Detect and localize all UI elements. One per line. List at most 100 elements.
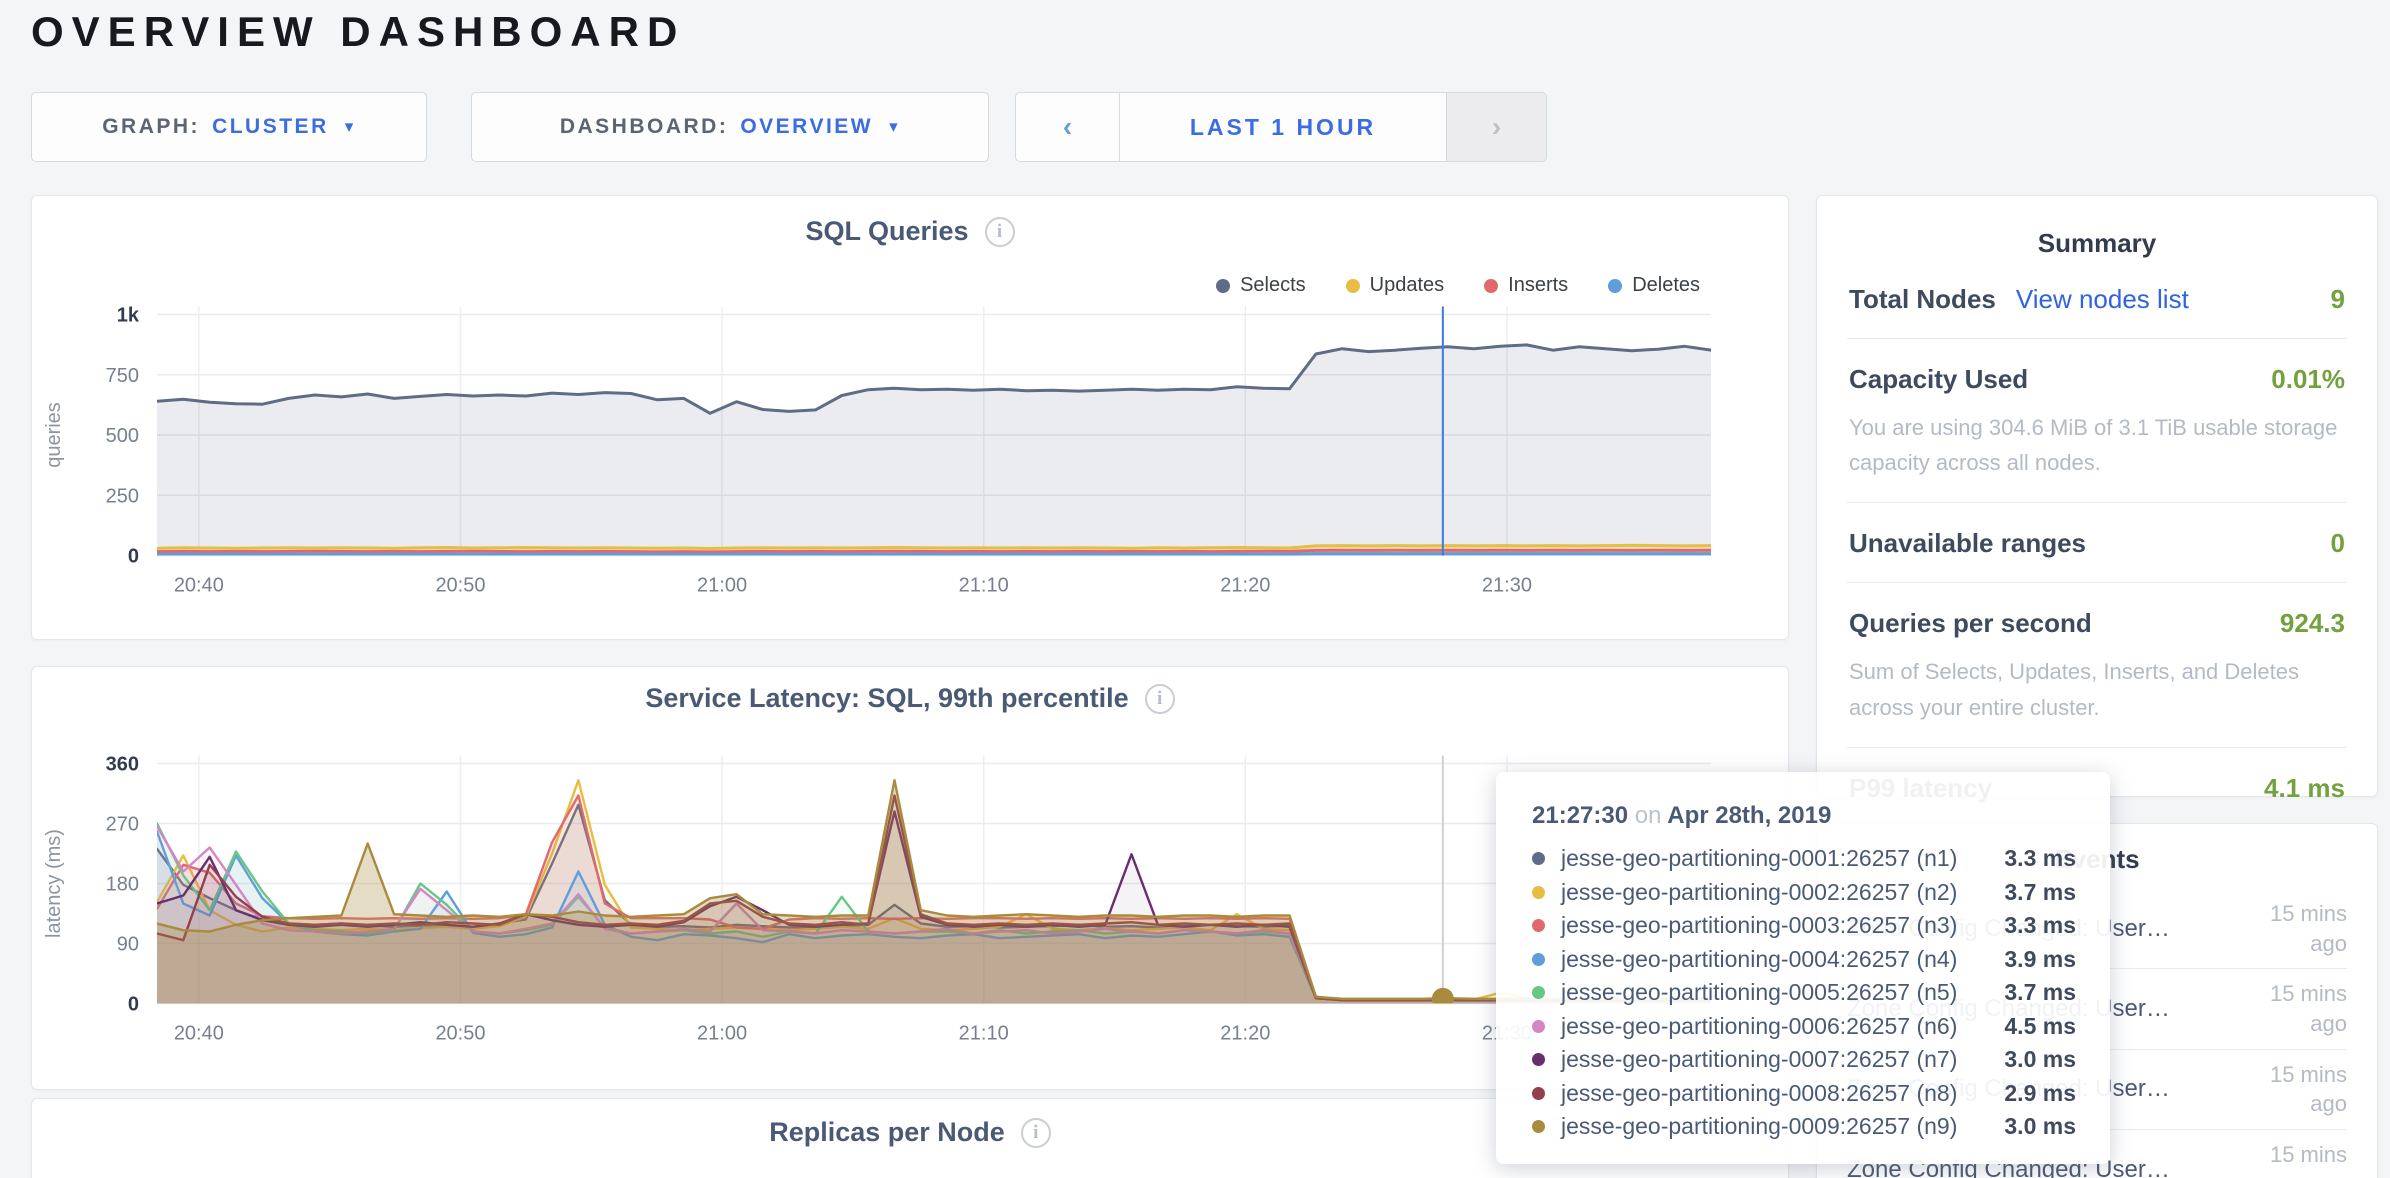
- chart-title: Replicas per Node: [769, 1117, 1005, 1148]
- series-dot-icon: [1532, 1053, 1545, 1066]
- series-dot-icon: [1532, 852, 1545, 865]
- chevron-right-icon: ›: [1492, 111, 1501, 143]
- svg-text:21:10: 21:10: [959, 575, 1009, 597]
- tooltip-row: jesse-geo-partitioning-0007:26257 (n7) 3.…: [1530, 1043, 2076, 1077]
- series-dot-icon: [1532, 1020, 1545, 1033]
- event-timestamp: 15 mins ago: [2229, 979, 2347, 1038]
- svg-text:20:50: 20:50: [435, 575, 485, 597]
- tooltip-row: jesse-geo-partitioning-0008:26257 (n8) 2.…: [1530, 1077, 2076, 1111]
- time-window-selector: ‹ LAST 1 HOUR ›: [1015, 92, 1547, 162]
- node-label: jesse-geo-partitioning-0007:26257 (n7): [1561, 1046, 1980, 1073]
- legend-item-deletes[interactable]: Deletes: [1608, 274, 1700, 297]
- node-label: jesse-geo-partitioning-0005:26257 (n5): [1561, 979, 1980, 1006]
- event-timestamp: 15 mins ago: [2229, 899, 2347, 958]
- graph-dropdown[interactable]: GRAPH: CLUSTER ▾: [31, 92, 427, 162]
- dashboard-dropdown-label: DASHBOARD:: [560, 115, 729, 139]
- node-label: jesse-geo-partitioning-0003:26257 (n3): [1561, 912, 1980, 939]
- legend-dot-icon: [1346, 279, 1360, 293]
- chevron-down-icon: ▾: [345, 117, 356, 137]
- chevron-left-icon: ‹: [1063, 111, 1072, 143]
- tooltip-row: jesse-geo-partitioning-0006:26257 (n6)4.…: [1530, 1010, 2076, 1044]
- queries-per-second-label: Queries per second: [1849, 608, 2092, 639]
- svg-text:270: 270: [106, 814, 139, 836]
- node-label: jesse-geo-partitioning-0008:26257 (n8): [1561, 1080, 1980, 1107]
- legend-dot-icon: [1484, 279, 1498, 293]
- chart-title: SQL Queries: [805, 216, 968, 247]
- dashboard-dropdown-value: OVERVIEW: [740, 115, 873, 139]
- tooltip-date: Apr 28th, 2019: [1667, 802, 1831, 829]
- node-latency-value: 2.9 ms: [2004, 1080, 2076, 1107]
- svg-text:21:30: 21:30: [1482, 575, 1532, 597]
- unavailable-ranges-value: 0: [2331, 528, 2345, 559]
- svg-text:queries: queries: [43, 402, 65, 468]
- time-window-prev-button[interactable]: ‹: [1016, 93, 1120, 161]
- tooltip-row: jesse-geo-partitioning-0001:26257 (n1) 3.…: [1530, 842, 2076, 876]
- svg-text:500: 500: [106, 425, 139, 447]
- tooltip-row: jesse-geo-partitioning-0009:26257 (n9)3.…: [1530, 1110, 2076, 1144]
- event-timestamp: 15 mins ago: [2229, 1140, 2347, 1178]
- legend-label: Inserts: [1508, 274, 1568, 297]
- tooltip-node-list: jesse-geo-partitioning-0001:26257 (n1) 3.…: [1530, 842, 2076, 1144]
- node-label: jesse-geo-partitioning-0004:26257 (n4): [1561, 946, 1980, 973]
- legend-item-selects[interactable]: Selects: [1216, 274, 1306, 297]
- dashboard-dropdown[interactable]: DASHBOARD: OVERVIEW ▾: [471, 92, 989, 162]
- tooltip-timestamp: 21:27:30 on Apr 28th, 2019: [1532, 802, 2076, 830]
- node-latency-value: 3.0 ms: [2004, 1046, 2076, 1073]
- series-dot-icon: [1532, 919, 1545, 932]
- chart-legend: Selects Updates Inserts Deletes: [1216, 274, 1700, 297]
- legend-item-updates[interactable]: Updates: [1346, 274, 1445, 297]
- svg-text:20:40: 20:40: [174, 1023, 224, 1045]
- node-latency-value: 3.3 ms: [2004, 912, 2076, 939]
- svg-text:latency (ms): latency (ms): [43, 829, 65, 938]
- page-title: OVERVIEW DASHBOARD: [31, 8, 685, 56]
- total-nodes-value: 9: [2331, 284, 2345, 315]
- node-label: jesse-geo-partitioning-0001:26257 (n1): [1561, 845, 1980, 872]
- svg-text:20:50: 20:50: [435, 1023, 485, 1045]
- summary-row-qps: Queries per second 924.3: [1847, 583, 2347, 662]
- svg-text:21:00: 21:00: [697, 575, 747, 597]
- info-icon[interactable]: [1145, 684, 1175, 714]
- graph-dropdown-label: GRAPH:: [102, 115, 200, 139]
- svg-text:1k: 1k: [117, 305, 140, 327]
- sql-queries-chart-canvas[interactable]: 02505007501k20:4020:5021:0021:1021:2021:…: [32, 196, 1788, 639]
- tooltip-on: on: [1635, 802, 1662, 829]
- time-window-range-button[interactable]: LAST 1 HOUR: [1120, 93, 1446, 161]
- info-icon[interactable]: [1021, 1118, 1051, 1148]
- svg-text:21:10: 21:10: [959, 1023, 1009, 1045]
- info-icon[interactable]: [985, 217, 1015, 247]
- tooltip-row: jesse-geo-partitioning-0004:26257 (n4) 3.…: [1530, 943, 2076, 977]
- queries-per-second-value: 924.3: [2280, 608, 2345, 639]
- svg-text:21:20: 21:20: [1220, 1023, 1270, 1045]
- series-dot-icon: [1532, 986, 1545, 999]
- legend-label: Updates: [1370, 274, 1445, 297]
- tooltip-row: jesse-geo-partitioning-0003:26257 (n3) 3.…: [1530, 909, 2076, 943]
- capacity-used-label: Capacity Used: [1849, 364, 2028, 395]
- svg-text:180: 180: [106, 874, 139, 896]
- node-label: jesse-geo-partitioning-0002:26257 (n2): [1561, 879, 1980, 906]
- legend-label: Selects: [1240, 274, 1306, 297]
- node-latency-value: 3.9 ms: [2004, 946, 2076, 973]
- legend-dot-icon: [1216, 279, 1230, 293]
- node-latency-value: 4.5 ms: [2004, 1013, 2076, 1040]
- svg-text:0: 0: [128, 546, 139, 568]
- tooltip-row: jesse-geo-partitioning-0002:26257 (n2) 3.…: [1530, 876, 2076, 910]
- summary-row-capacity: Capacity Used 0.01%: [1847, 339, 2347, 418]
- node-latency-value: 3.0 ms: [2004, 1113, 2076, 1140]
- chart-tooltip: 21:27:30 on Apr 28th, 2019 jesse-geo-par…: [1496, 772, 2110, 1164]
- chart-title: Service Latency: SQL, 99th percentile: [645, 683, 1128, 714]
- series-dot-icon: [1532, 953, 1545, 966]
- sql-queries-chart-card: 02505007501k20:4020:5021:0021:1021:2021:…: [31, 195, 1789, 640]
- p99-latency-value: 4.1 ms: [2264, 773, 2345, 804]
- summary-title: Summary: [1847, 228, 2347, 259]
- node-latency-value: 3.3 ms: [2004, 845, 2076, 872]
- legend-item-inserts[interactable]: Inserts: [1484, 274, 1568, 297]
- svg-text:90: 90: [117, 934, 139, 956]
- legend-label: Deletes: [1632, 274, 1700, 297]
- svg-text:250: 250: [106, 485, 139, 507]
- summary-row-unavailable-ranges: Unavailable ranges 0: [1847, 503, 2347, 583]
- view-nodes-list-link[interactable]: View nodes list: [2016, 284, 2189, 315]
- node-latency-value: 3.7 ms: [2004, 879, 2076, 906]
- graph-dropdown-value: CLUSTER: [212, 115, 329, 139]
- chevron-down-icon: ▾: [889, 117, 900, 137]
- time-window-next-button[interactable]: ›: [1446, 93, 1546, 161]
